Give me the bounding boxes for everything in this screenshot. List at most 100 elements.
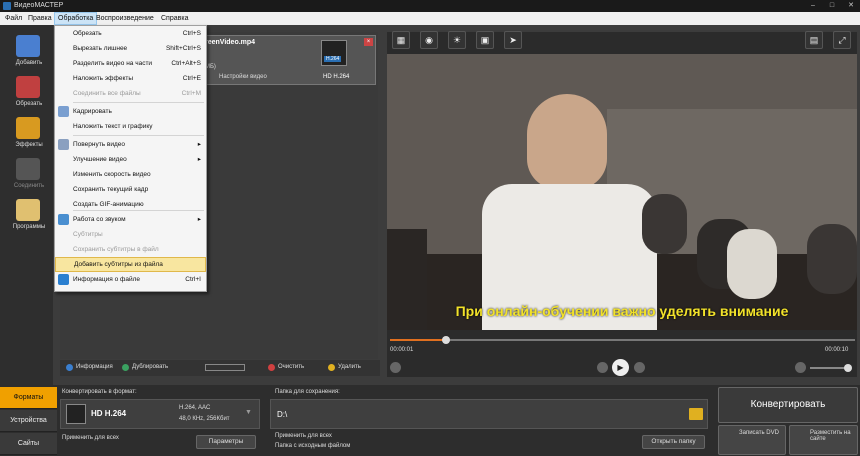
screenshot-icon[interactable] bbox=[390, 362, 401, 373]
menu-item-label: Работа со звуком bbox=[73, 216, 126, 223]
delete-icon bbox=[328, 364, 335, 371]
submenu-arrow-icon: ▸ bbox=[197, 141, 201, 148]
menu-item-5[interactable]: Кадрировать bbox=[55, 104, 206, 119]
menu-item-2[interactable]: Разделить видео на части Ctrl+Alt+S bbox=[55, 56, 206, 71]
tab-sites[interactable]: Сайты bbox=[0, 433, 57, 455]
menu-item-1[interactable]: Вырезать лишнее Shift+Ctrl+S bbox=[55, 41, 206, 56]
menu-processing[interactable]: Обработка bbox=[54, 12, 98, 25]
sidebar-join-button[interactable]: Соединить bbox=[4, 154, 54, 192]
close-button[interactable]: ✕ bbox=[844, 0, 858, 12]
folder-icon[interactable] bbox=[689, 408, 703, 420]
volume-handle[interactable] bbox=[844, 364, 852, 372]
scissors-icon bbox=[16, 76, 40, 98]
add-icon bbox=[16, 35, 40, 57]
crop-tool-icon[interactable]: ▦ bbox=[392, 31, 410, 49]
menu-shortcut: Ctrl+E bbox=[182, 75, 201, 82]
sidebar-cut-button[interactable]: Обрезать bbox=[4, 72, 54, 110]
colleague-1 bbox=[642, 194, 687, 254]
menu-item-6[interactable]: Наложить текст и графику bbox=[55, 119, 206, 134]
remove-file-icon[interactable]: × bbox=[364, 38, 373, 46]
submenu-arrow-icon: ▸ bbox=[197, 156, 201, 163]
menu-edit[interactable]: Правка bbox=[25, 12, 55, 25]
sidebar-add-button[interactable]: Добавить bbox=[4, 31, 54, 69]
tab-devices[interactable]: Устройства bbox=[0, 410, 57, 432]
timeline-track[interactable] bbox=[390, 336, 855, 344]
video-frame bbox=[387, 54, 857, 330]
save-path-value: D:\ bbox=[277, 410, 288, 419]
clear-button[interactable]: Очистить bbox=[278, 364, 304, 370]
menu-item-label: Сохранить текущий кадр bbox=[73, 186, 149, 193]
save-path-field[interactable]: D:\ bbox=[270, 399, 708, 429]
menu-item-0[interactable]: Обрезать Ctrl+S bbox=[55, 26, 206, 41]
menu-item-11[interactable]: Создать GIF-анимацию bbox=[55, 197, 206, 212]
open-folder-button[interactable]: Открыть папку bbox=[642, 435, 705, 449]
menu-item-4[interactable]: Соединить все файлы Ctrl+M bbox=[55, 86, 206, 101]
menu-item-8[interactable]: Улучшение видео ▸ bbox=[55, 152, 206, 167]
record-tool-icon[interactable]: ◉ bbox=[420, 31, 438, 49]
fullscreen-icon[interactable]: ⤢ bbox=[833, 31, 851, 49]
burn-dvd-button[interactable]: Записать DVD bbox=[718, 425, 786, 455]
menu-item-label: Обрезать bbox=[73, 30, 102, 37]
volume-slider[interactable] bbox=[810, 364, 852, 372]
menu-item-9[interactable]: Изменить скорость видео bbox=[55, 167, 206, 182]
info-button[interactable]: Информация bbox=[76, 364, 113, 370]
convert-button[interactable]: Конвертировать bbox=[718, 387, 858, 423]
video-settings-link[interactable]: Настройки видео bbox=[219, 74, 267, 80]
menu-item-label: Информация о файле bbox=[73, 276, 141, 283]
menu-shortcut: Ctrl+M bbox=[181, 90, 201, 97]
duplicate-button[interactable]: Дублировать bbox=[132, 364, 168, 370]
menu-shortcut: Shift+Ctrl+S bbox=[165, 45, 201, 52]
tab-formats[interactable]: Форматы bbox=[0, 387, 57, 409]
next-frame-icon[interactable] bbox=[634, 362, 645, 373]
save-folder-label: Папка для сохранения: bbox=[275, 389, 340, 395]
format-selector[interactable]: HD H.264 H.264, AAC 48,0 КHz, 256Кбит ▼ bbox=[60, 399, 260, 429]
menu-item-16[interactable]: Информация о файле Ctrl+I bbox=[55, 272, 206, 287]
sidebar-programs-button[interactable]: Программы bbox=[4, 195, 54, 233]
source-folder-checkbox[interactable]: Папка с исходным файлом bbox=[275, 443, 350, 449]
sidebar-effects-button[interactable]: Эффекты bbox=[4, 113, 54, 151]
view-toggle-icon[interactable] bbox=[205, 364, 245, 371]
menu-item-13[interactable]: Субтитры bbox=[55, 227, 206, 242]
menu-help[interactable]: Справка bbox=[158, 12, 191, 25]
time-current: 00:00:01 bbox=[390, 347, 414, 353]
colleague-4 bbox=[807, 224, 857, 294]
submenu-arrow-icon: ▸ bbox=[197, 216, 201, 223]
prev-frame-icon[interactable] bbox=[597, 362, 608, 373]
play-button[interactable]: ▶ bbox=[612, 359, 629, 376]
timeline-handle[interactable] bbox=[441, 336, 450, 344]
menu-bar: Файл Правка Обработка Воспроизведение Сп… bbox=[0, 12, 860, 25]
menu-item-label: Разделить видео на части bbox=[73, 60, 153, 67]
menu-item-10[interactable]: Сохранить текущий кадр bbox=[55, 182, 206, 197]
volume-icon[interactable] bbox=[795, 362, 806, 373]
menu-item-label: Создать GIF-анимацию bbox=[73, 201, 144, 208]
convert-format-label: Конвертировать в формат: bbox=[62, 389, 137, 395]
speed-tool-icon[interactable]: ➤ bbox=[504, 31, 522, 49]
menu-item-7[interactable]: Повернуть видео ▸ bbox=[55, 137, 206, 152]
menu-item-15[interactable]: Добавить субтитры из файла bbox=[55, 257, 206, 272]
file-name: reenVideo.mp4 bbox=[205, 39, 256, 46]
parameters-button[interactable]: Параметры bbox=[196, 435, 256, 449]
menu-shortcut: Ctrl+I bbox=[185, 276, 201, 283]
brightness-tool-icon[interactable]: ☀ bbox=[448, 31, 466, 49]
menu-item-3[interactable]: Наложить эффекты Ctrl+E bbox=[55, 71, 206, 86]
maximize-button[interactable]: □ bbox=[825, 0, 839, 12]
format-dropdown-icon[interactable]: ▼ bbox=[245, 409, 252, 416]
menu-file[interactable]: Файл bbox=[2, 12, 25, 25]
menu-item-label: Добавить субтитры из файла bbox=[74, 261, 163, 268]
minimize-button[interactable]: – bbox=[806, 0, 820, 12]
delete-button[interactable]: Удалить bbox=[338, 364, 361, 370]
gif-tool-icon[interactable]: ▤ bbox=[805, 31, 823, 49]
apply-all-checkbox[interactable]: Применить для всех bbox=[62, 435, 119, 441]
upload-site-button[interactable]: Разместить на сайте bbox=[789, 425, 858, 455]
sidebar: Добавить Обрезать Эффекты Соединить Прог… bbox=[0, 25, 53, 385]
menu-separator bbox=[73, 102, 204, 103]
programs-icon bbox=[16, 199, 40, 221]
menu-item-12[interactable]: Работа со звуком ▸ bbox=[55, 212, 206, 227]
effects-icon bbox=[16, 117, 40, 139]
video-effects-icon[interactable]: ▣ bbox=[476, 31, 494, 49]
file-format: HD H.264 bbox=[323, 74, 350, 80]
menu-playback[interactable]: Воспроизведение bbox=[93, 12, 157, 25]
apply-all-save-checkbox[interactable]: Применить для всех bbox=[275, 433, 332, 439]
menu-item-14[interactable]: Сохранить субтитры в файл bbox=[55, 242, 206, 257]
file-item[interactable]: reenVideo.mp4 МБ) Настройки видео H.264 … bbox=[200, 35, 376, 85]
